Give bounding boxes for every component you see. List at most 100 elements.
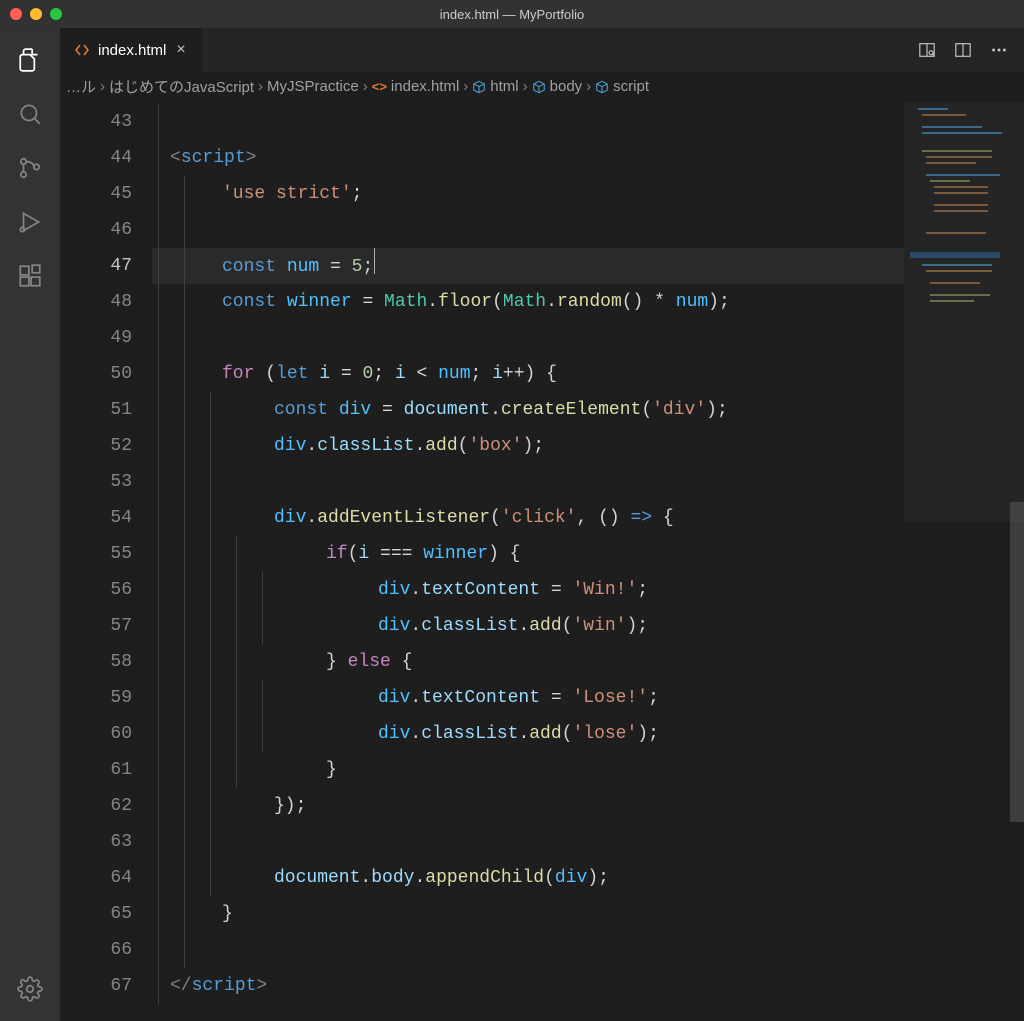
html-file-icon: [74, 42, 90, 58]
code-line[interactable]: div.textContent = 'Win!';: [152, 572, 1024, 608]
indent-guide: [184, 824, 185, 860]
code-token: );: [637, 724, 659, 744]
code-line[interactable]: if(i === winner) {: [152, 536, 1024, 572]
indent-guide: [158, 860, 159, 896]
code-line[interactable]: <script>: [152, 140, 1024, 176]
code-token: 5: [352, 257, 363, 277]
code-line[interactable]: document.body.appendChild(div);: [152, 860, 1024, 896]
breadcrumb-item[interactable]: <>index.html: [372, 78, 460, 95]
code-token: [276, 292, 287, 312]
vertical-scrollbar-thumb[interactable]: [1010, 502, 1024, 822]
code-area[interactable]: <script>'use strict';const num = 5;const…: [152, 102, 1024, 1021]
tab-close-icon[interactable]: ×: [174, 39, 187, 61]
code-token: classList: [421, 724, 518, 744]
more-actions-icon[interactable]: [990, 41, 1008, 59]
code-token: }: [326, 652, 348, 672]
code-line[interactable]: div.classList.add('lose');: [152, 716, 1024, 752]
code-token: ;: [637, 580, 648, 600]
code-line[interactable]: }: [152, 896, 1024, 932]
code-line[interactable]: [152, 320, 1024, 356]
code-line[interactable]: [152, 932, 1024, 968]
breadcrumb-item[interactable]: …ル: [66, 76, 96, 97]
source-control-icon[interactable]: [16, 154, 44, 182]
code-line[interactable]: div.classList.add('win');: [152, 608, 1024, 644]
indent-guide: [210, 392, 211, 428]
code-token: else: [348, 652, 391, 672]
extensions-icon[interactable]: [16, 262, 44, 290]
open-preview-icon[interactable]: [918, 41, 936, 59]
tab-label: index.html: [98, 42, 166, 59]
code-token: ;: [373, 364, 395, 384]
code-line[interactable]: } else {: [152, 644, 1024, 680]
line-number: 55: [60, 536, 132, 572]
indent-guide: [158, 464, 159, 500]
code-token: =: [371, 400, 403, 420]
code-token: ;: [362, 257, 373, 277]
code-line[interactable]: div.addEventListener('click', () => {: [152, 500, 1024, 536]
code-token: winner: [287, 292, 352, 312]
code-editor[interactable]: 4344454647484950515253545556575859606162…: [60, 102, 1024, 1021]
window-maximize-button[interactable]: [50, 8, 62, 20]
code-line[interactable]: div.textContent = 'Lose!';: [152, 680, 1024, 716]
code-token: ) {: [525, 364, 557, 384]
code-token: );: [706, 400, 728, 420]
code-token: .: [518, 724, 529, 744]
code-token: div: [339, 400, 371, 420]
settings-gear-icon[interactable]: [16, 975, 44, 1003]
tab-index-html[interactable]: index.html ×: [60, 28, 203, 72]
indent-guide: [210, 464, 211, 500]
code-line[interactable]: const num = 5;: [152, 248, 1024, 284]
code-token: (: [348, 544, 359, 564]
indent-guide: [158, 932, 159, 968]
code-line[interactable]: [152, 104, 1024, 140]
indent-guide: [210, 716, 211, 752]
code-line[interactable]: });: [152, 788, 1024, 824]
symbol-module-icon: [595, 80, 609, 94]
run-debug-icon[interactable]: [16, 208, 44, 236]
code-token: div: [274, 508, 306, 528]
window-close-button[interactable]: [10, 8, 22, 20]
code-line[interactable]: </script>: [152, 968, 1024, 1004]
indent-guide: [210, 752, 211, 788]
line-number: 50: [60, 356, 132, 392]
code-token: =: [540, 688, 572, 708]
breadcrumb-item[interactable]: はじめてのJavaScript: [109, 76, 254, 97]
indent-guide: [158, 716, 159, 752]
editor-group: index.html × …ル›はじめてのJavaScript›MyJSPrac…: [60, 28, 1024, 1021]
code-line[interactable]: }: [152, 752, 1024, 788]
code-token: div: [378, 616, 410, 636]
code-line[interactable]: [152, 464, 1024, 500]
code-line[interactable]: const winner = Math.floor(Math.random() …: [152, 284, 1024, 320]
code-token: 'div': [652, 400, 706, 420]
window-minimize-button[interactable]: [30, 8, 42, 20]
code-line[interactable]: div.classList.add('box');: [152, 428, 1024, 464]
code-token: }: [326, 760, 337, 780]
line-number: 49: [60, 320, 132, 356]
code-token: </: [170, 976, 192, 996]
code-token: ===: [369, 544, 423, 564]
code-line[interactable]: const div = document.createElement('div'…: [152, 392, 1024, 428]
breadcrumb-item[interactable]: MyJSPractice: [267, 78, 359, 95]
indent-guide: [236, 608, 237, 644]
minimap[interactable]: [904, 102, 1024, 1021]
breadcrumbs[interactable]: …ル›はじめてのJavaScript›MyJSPractice›<>index.…: [60, 72, 1024, 102]
code-line[interactable]: for (let i = 0; i < num; i++) {: [152, 356, 1024, 392]
line-number: 62: [60, 788, 132, 824]
breadcrumb-separator-icon: ›: [100, 78, 105, 95]
breadcrumb-item[interactable]: body: [532, 78, 583, 95]
indent-guide: [158, 752, 159, 788]
indent-guide: [184, 284, 185, 320]
line-number: 64: [60, 860, 132, 896]
code-token: num: [676, 292, 708, 312]
split-editor-icon[interactable]: [954, 41, 972, 59]
code-line[interactable]: [152, 212, 1024, 248]
breadcrumb-label: MyJSPractice: [267, 78, 359, 95]
code-line[interactable]: 'use strict';: [152, 176, 1024, 212]
code-token: add: [529, 616, 561, 636]
code-token: (: [492, 292, 503, 312]
breadcrumb-item[interactable]: script: [595, 78, 649, 95]
search-icon[interactable]: [16, 100, 44, 128]
explorer-icon[interactable]: [16, 46, 44, 74]
breadcrumb-item[interactable]: html: [472, 78, 518, 95]
code-line[interactable]: [152, 824, 1024, 860]
